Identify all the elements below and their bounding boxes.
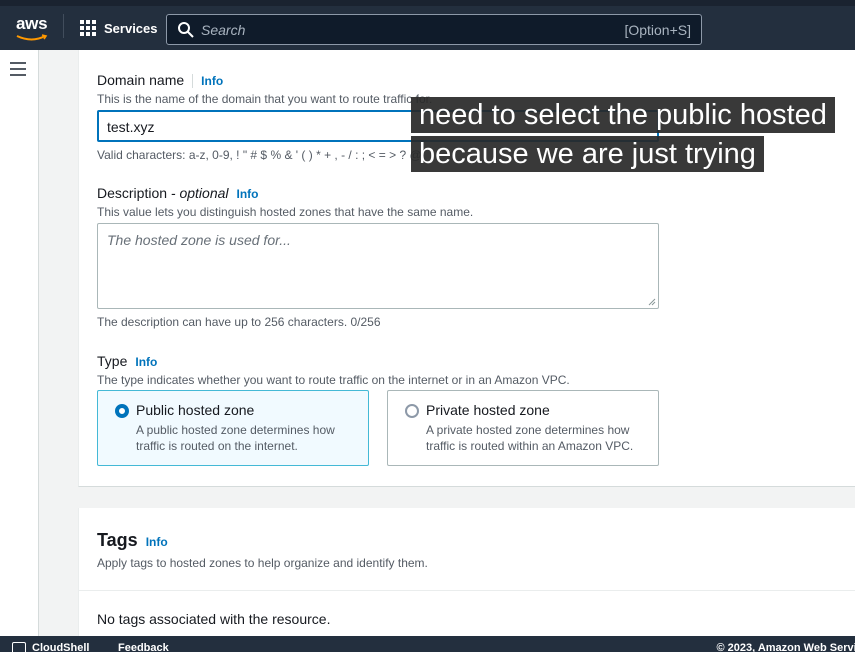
search-shortcut: [Option+S]	[624, 22, 691, 38]
public-zone-title: Public hosted zone	[136, 402, 255, 418]
services-grid-icon	[80, 20, 96, 36]
private-zone-radio[interactable]	[405, 404, 419, 418]
public-zone-description: A public hosted zone determines how traf…	[136, 423, 335, 453]
tags-hint: Apply tags to hosted zones to help organ…	[97, 556, 428, 570]
description-character-counter: The description can have up to 256 chara…	[97, 315, 381, 329]
feedback-link[interactable]: Feedback	[118, 642, 169, 652]
description-info-link[interactable]: Info	[237, 187, 259, 201]
services-menu-button[interactable]: Services	[80, 18, 158, 38]
private-zone-title: Private hosted zone	[426, 402, 550, 418]
tags-info-link[interactable]: Info	[146, 535, 168, 549]
type-info-link[interactable]: Info	[135, 355, 157, 369]
caption-line-1: need to select the public hosted	[411, 97, 835, 133]
private-zone-description: A private hosted zone determines how tra…	[426, 423, 634, 453]
copyright-text: © 2023, Amazon Web Services	[716, 642, 855, 652]
nav-divider	[63, 14, 64, 38]
description-label-text: Description	[97, 185, 168, 201]
description-textarea[interactable]: The hosted zone is used for...	[97, 223, 659, 309]
description-hint: This value lets you distinguish hosted z…	[97, 205, 474, 219]
aws-smile-icon	[16, 34, 48, 41]
top-navigation-bar: aws Services Search [Option+S]	[0, 0, 855, 50]
side-navigation-rail	[0, 50, 39, 636]
search-icon	[178, 22, 194, 38]
domain-name-hint: This is the name of the domain that you …	[97, 92, 433, 106]
tags-title: Tags	[97, 530, 138, 550]
optional-tag: - optional	[170, 185, 229, 201]
type-hint: The type indicates whether you want to r…	[97, 373, 570, 387]
cloudshell-icon	[12, 642, 26, 652]
domain-name-info-link[interactable]: Info	[192, 74, 224, 88]
domain-name-label-text: Domain name	[97, 72, 185, 88]
cloudshell-button[interactable]: CloudShell	[12, 642, 89, 652]
hamburger-menu-icon[interactable]	[10, 62, 26, 76]
type-label-text: Type	[97, 353, 128, 369]
tags-divider	[78, 590, 855, 591]
tags-heading: Tags Info	[97, 530, 168, 551]
description-label: Description - optional Info	[97, 185, 259, 201]
aws-logo-text: aws	[16, 14, 48, 33]
search-input[interactable]: Search [Option+S]	[166, 14, 702, 45]
domain-name-label: Domain name Info	[97, 72, 224, 88]
description-placeholder: The hosted zone is used for...	[107, 232, 291, 248]
aws-logo[interactable]: aws	[14, 14, 50, 41]
tags-empty-message: No tags associated with the resource.	[97, 611, 331, 627]
services-label: Services	[104, 20, 158, 36]
public-hosted-zone-option[interactable]: Public hosted zone A public hosted zone …	[97, 390, 369, 466]
cloudshell-label: CloudShell	[32, 642, 90, 652]
caption-line-2: because we are just trying	[411, 136, 764, 172]
private-hosted-zone-option[interactable]: Private hosted zone A private hosted zon…	[387, 390, 659, 466]
browser-strip	[0, 0, 855, 6]
resize-handle-icon[interactable]	[648, 298, 656, 306]
public-zone-radio[interactable]	[115, 404, 129, 418]
domain-valid-characters: Valid characters: a-z, 0-9, ! " # $ % & …	[97, 148, 422, 162]
console-footer: CloudShell Feedback © 2023, Amazon Web S…	[0, 636, 855, 652]
search-placeholder: Search	[201, 22, 246, 38]
type-label: Type Info	[97, 353, 157, 369]
